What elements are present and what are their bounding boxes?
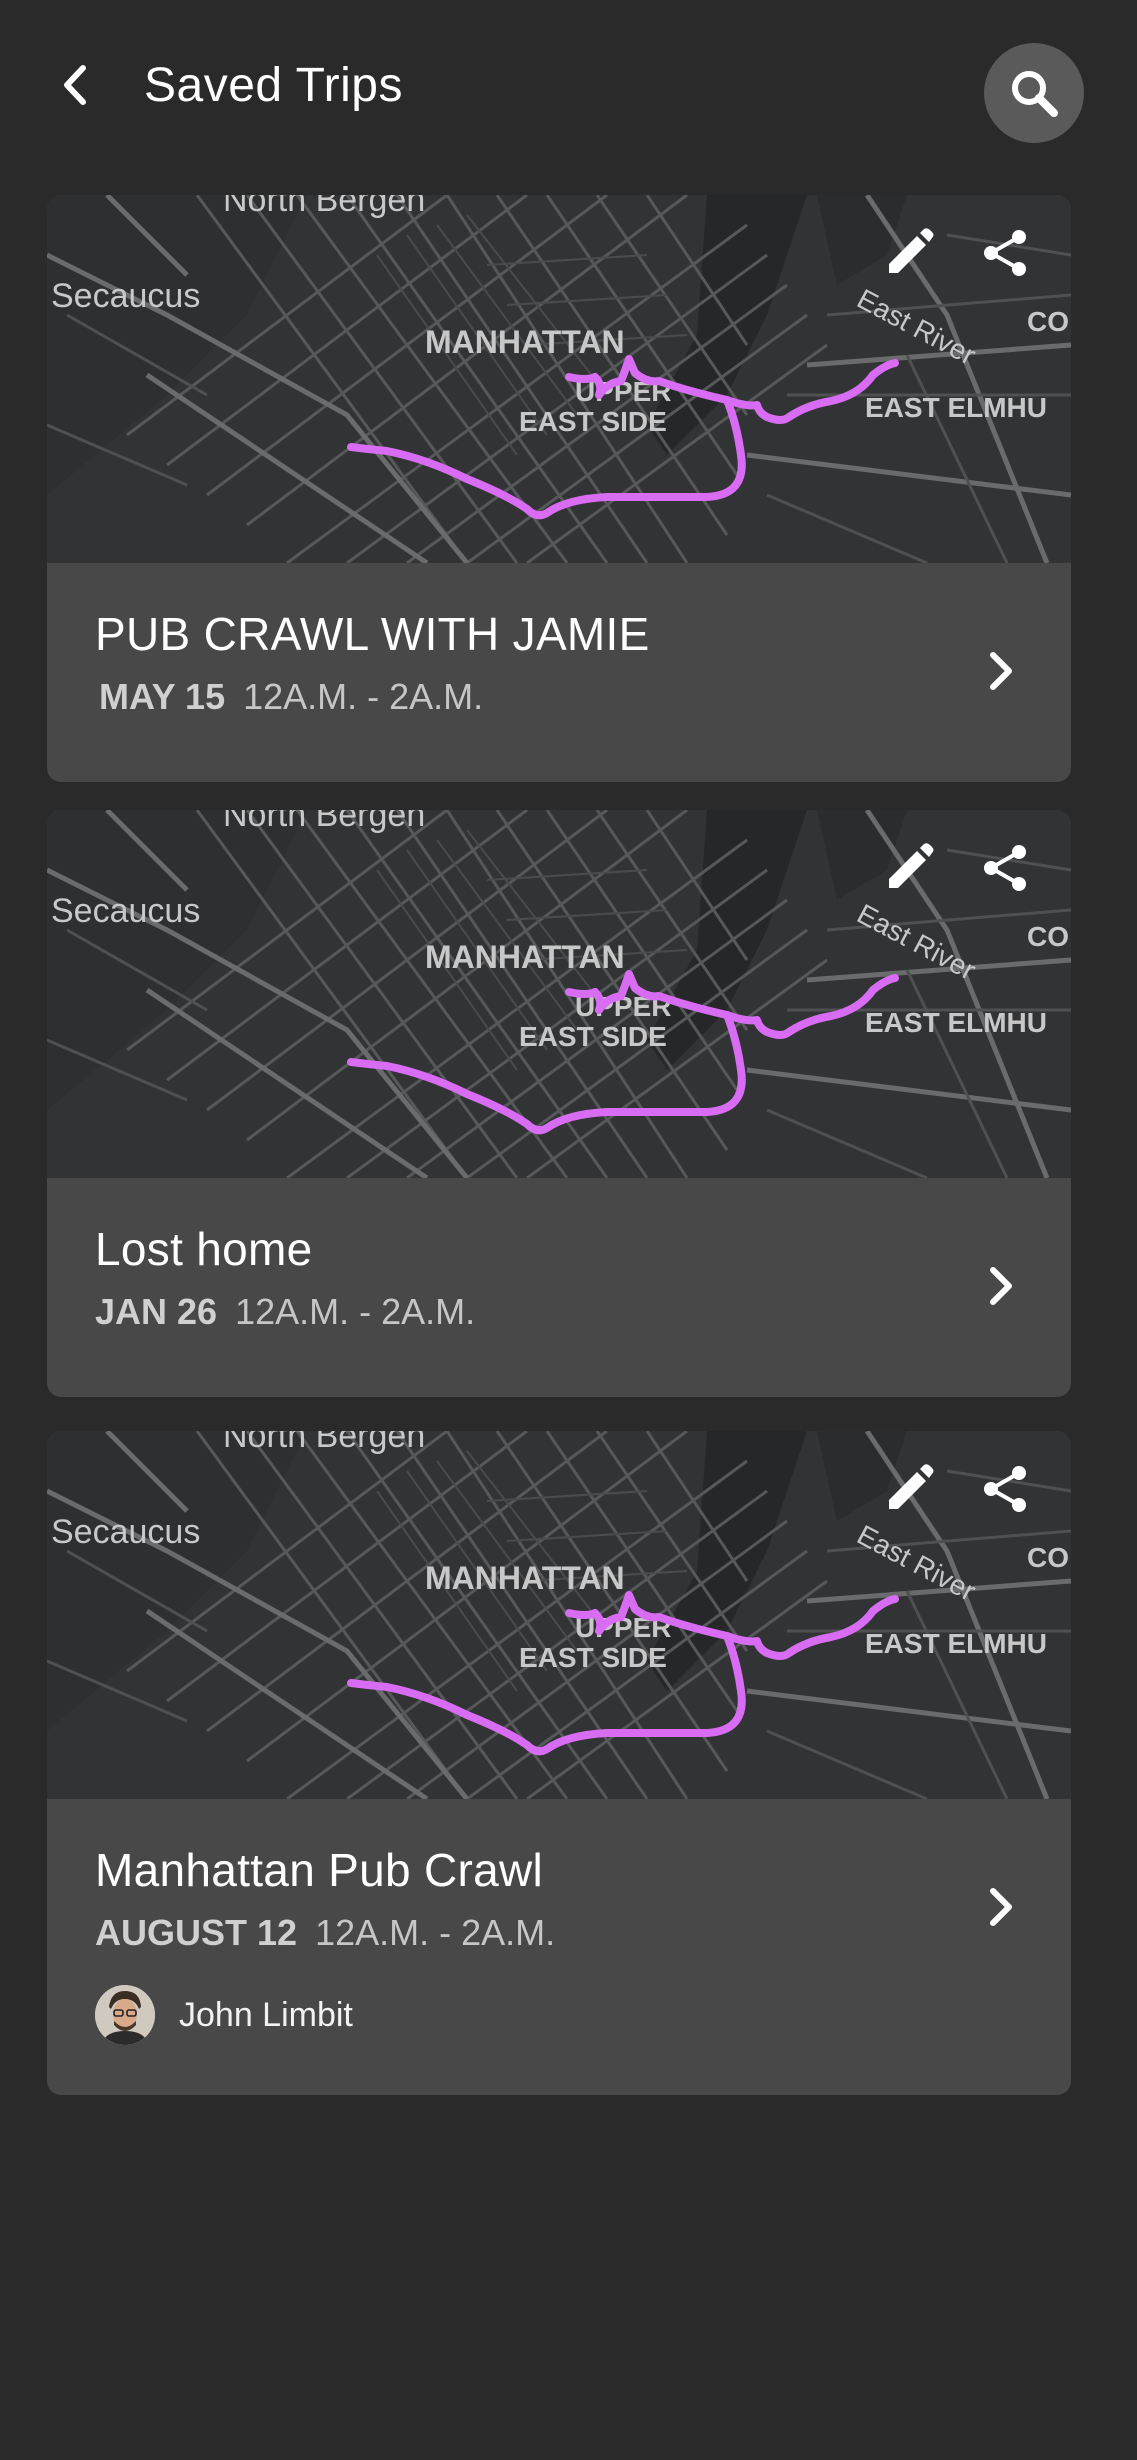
trip-owner: John Limbit <box>95 1985 1023 2045</box>
chevron-left-icon <box>64 65 86 105</box>
trip-map <box>47 195 1071 563</box>
owner-name: John Limbit <box>179 1995 353 2034</box>
search-icon <box>1012 71 1058 117</box>
trip-date: MAY 15 12A.M. - 2A.M. <box>99 675 1023 719</box>
chevron-right-icon <box>990 1267 1012 1305</box>
trip-day: JAN 26 <box>95 1291 218 1332</box>
edit-button[interactable] <box>881 225 937 281</box>
pencil-icon <box>889 843 934 888</box>
trip-card[interactable]: PUB CRAWL WITH JAMIE MAY 15 12A.M. - 2A.… <box>47 195 1071 782</box>
edit-button[interactable] <box>881 840 937 896</box>
pencil-icon <box>889 228 934 273</box>
trip-name: Lost home <box>95 1223 313 1275</box>
trip-day: AUGUST 12 <box>95 1912 298 1953</box>
share-button[interactable] <box>977 1461 1033 1517</box>
trip-name: PUB CRAWL WITH JAMIE <box>95 608 650 660</box>
pencil-icon <box>889 1464 934 1509</box>
avatar <box>95 1985 155 2045</box>
page-title: Saved Trips <box>144 59 403 112</box>
trip-map <box>47 810 1071 1178</box>
trip-card[interactable]: Manhattan Pub Crawl AUGUST 12 12A.M. - 2… <box>47 1431 1071 2095</box>
trip-time: 12A.M. - 2A.M. <box>243 676 484 717</box>
share-icon <box>984 845 1026 891</box>
back-button[interactable] <box>45 45 105 125</box>
chevron-right-icon <box>990 652 1012 690</box>
trip-date: JAN 26 12A.M. - 2A.M. <box>95 1290 1023 1334</box>
trip-name: Manhattan Pub Crawl <box>95 1844 544 1896</box>
open-trip-button[interactable] <box>971 1872 1031 1942</box>
share-button[interactable] <box>977 225 1033 281</box>
app-bar: Saved Trips <box>0 0 1137 180</box>
trip-time: 12A.M. - 2A.M. <box>235 1291 476 1332</box>
trip-day: MAY 15 <box>99 676 226 717</box>
trip-date: AUGUST 12 12A.M. - 2A.M. <box>95 1911 1023 1955</box>
trip-details: Lost home JAN 26 12A.M. - 2A.M. <box>47 1178 1071 1334</box>
open-trip-button[interactable] <box>971 1251 1031 1321</box>
trip-time: 12A.M. - 2A.M. <box>315 1912 556 1953</box>
search-button[interactable] <box>984 43 1084 143</box>
trip-details: Manhattan Pub Crawl AUGUST 12 12A.M. - 2… <box>47 1799 1071 2045</box>
share-button[interactable] <box>977 840 1033 896</box>
trip-map <box>47 1431 1071 1799</box>
share-icon <box>984 1466 1026 1512</box>
share-icon <box>984 230 1026 276</box>
chevron-right-icon <box>990 1888 1012 1926</box>
open-trip-button[interactable] <box>971 636 1031 706</box>
edit-button[interactable] <box>881 1461 937 1517</box>
trip-card[interactable]: Lost home JAN 26 12A.M. - 2A.M. <box>47 810 1071 1397</box>
trip-details: PUB CRAWL WITH JAMIE MAY 15 12A.M. - 2A.… <box>47 563 1071 719</box>
